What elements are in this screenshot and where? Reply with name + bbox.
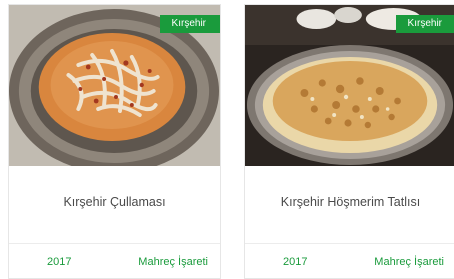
city-badge[interactable]: Kırşehir (159, 15, 220, 33)
product-grid: Kırşehir Kırşehir Çullaması 2017 Mahreç … (0, 0, 454, 279)
product-photo[interactable]: Kırşehir (9, 5, 220, 166)
product-title[interactable]: Kırşehir Höşmerim Tatlısı (245, 166, 454, 238)
indication-type: Mahreç İşareti (374, 256, 444, 268)
product-title[interactable]: Kırşehir Çullaması (9, 166, 220, 238)
product-card[interactable]: Kırşehir Kırşehir Çullaması 2017 Mahreç … (8, 4, 221, 279)
product-meta: 2017 Mahreç İşareti (245, 244, 454, 278)
indication-type: Mahreç İşareti (138, 256, 208, 268)
product-photo[interactable]: Kırşehir (245, 5, 454, 166)
product-meta: 2017 Mahreç İşareti (9, 244, 220, 278)
registration-year: 2017 (283, 256, 308, 268)
city-badge[interactable]: Kırşehir (395, 15, 454, 33)
registration-year: 2017 (47, 256, 72, 268)
product-card[interactable]: Kırşehir Kırşehir Höşmerim Tatlısı 2017 … (244, 4, 454, 279)
